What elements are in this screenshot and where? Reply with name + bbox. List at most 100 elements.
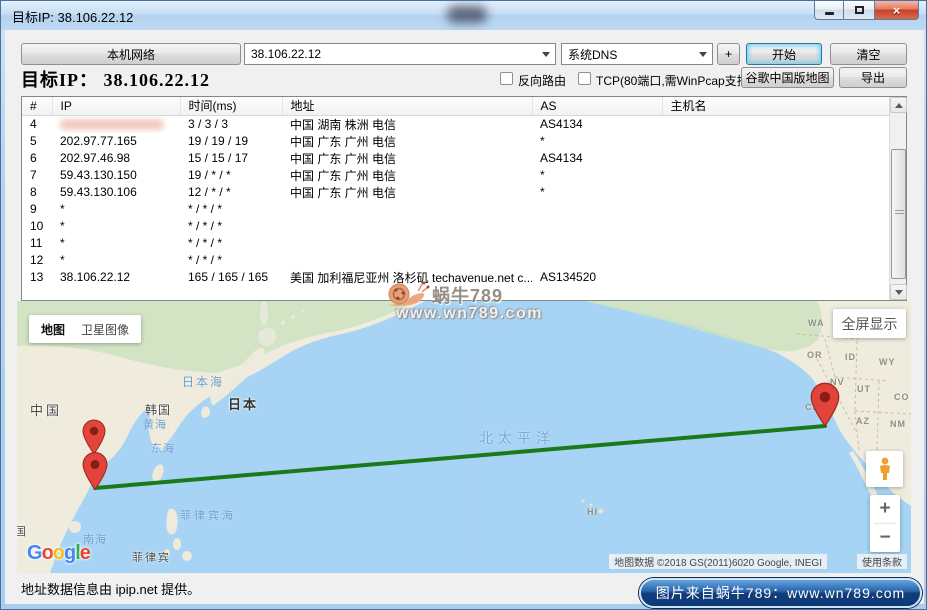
- column-header[interactable]: AS: [532, 97, 662, 115]
- arrow-down-icon: [895, 290, 903, 295]
- cell-as: [532, 235, 662, 252]
- google-logo-letter: e: [80, 542, 90, 564]
- map-pin-los-angeles[interactable]: [810, 381, 840, 428]
- table-row[interactable]: 5202.97.77.16519 / 19 / 19中国 广东 广州 电信*: [22, 133, 890, 150]
- start-button[interactable]: 开始: [746, 43, 822, 65]
- table-row[interactable]: 10** / * / *: [22, 218, 890, 235]
- column-header[interactable]: 地址: [282, 97, 532, 115]
- terms-link[interactable]: 使用条款: [857, 554, 907, 569]
- cell-hop: 13: [22, 269, 52, 286]
- cell-as: *: [532, 167, 662, 184]
- pegman-button[interactable]: [866, 451, 903, 487]
- cell-time: * / * / *: [180, 218, 282, 235]
- cell-host: [662, 218, 890, 235]
- cell-address: [282, 252, 532, 269]
- map-canvas[interactable]: 中国韩国日本日本海黄海东海北太平洋菲律宾海南海菲律宾国WAORIDWYNVUTC…: [17, 301, 911, 573]
- reverse-route-label[interactable]: 反向路由: [518, 72, 566, 89]
- google-logo[interactable]: Google: [27, 542, 90, 565]
- target-ip-dropdown-zone[interactable]: [537, 45, 554, 63]
- dns-combobox[interactable]: 系统DNS: [561, 43, 713, 65]
- cell-host: [662, 150, 890, 167]
- fullscreen-button[interactable]: 全屏显示: [833, 309, 906, 338]
- trace-table-grid: #IP时间(ms)地址AS主机名 43 / 3 / 3中国 湖南 株洲 电信AS…: [22, 97, 891, 286]
- cell-as: AS4134: [532, 150, 662, 167]
- cell-address: [282, 218, 532, 235]
- cell-hop: 4: [22, 115, 52, 133]
- cell-as: [532, 201, 662, 218]
- cell-as: *: [532, 133, 662, 150]
- google-logo-letter: o: [42, 542, 53, 564]
- pegman-icon: [877, 457, 893, 481]
- cell-as: AS134520: [532, 269, 662, 286]
- cell-ip: 38.106.22.12: [52, 269, 180, 286]
- tcp-label[interactable]: TCP(80端口,需WinPcap支持): [596, 72, 753, 89]
- cell-ip: 59.43.130.150: [52, 167, 180, 184]
- map-type-map-button[interactable]: 地图: [41, 321, 65, 338]
- table-scrollbar[interactable]: [889, 97, 906, 300]
- minimize-icon: [825, 12, 834, 15]
- map-label: CO: [894, 392, 910, 402]
- table-row[interactable]: 1338.106.22.12165 / 165 / 165美国 加利福尼亚州 洛…: [22, 269, 890, 286]
- map-label: 黄海: [143, 416, 167, 432]
- cell-hop: 6: [22, 150, 52, 167]
- map-label: 中国: [30, 400, 62, 419]
- scroll-down-button[interactable]: [890, 284, 907, 300]
- map-pin-zhuzhou[interactable]: [82, 419, 106, 455]
- dns-dropdown-zone[interactable]: [694, 45, 711, 63]
- table-row[interactable]: 11** / * / *: [22, 235, 890, 252]
- table-row[interactable]: 6202.97.46.9815 / 15 / 17中国 广东 广州 电信AS41…: [22, 150, 890, 167]
- cell-time: * / * / *: [180, 201, 282, 218]
- titlebar[interactable]: 目标IP: 38.106.22.12 ×: [1, 1, 926, 30]
- cell-ip: [52, 115, 180, 133]
- table-row[interactable]: 9** / * / *: [22, 201, 890, 218]
- cell-time: 15 / 15 / 17: [180, 150, 282, 167]
- add-button[interactable]: +: [717, 43, 740, 65]
- cell-hop: 12: [22, 252, 52, 269]
- window-controls: ×: [814, 1, 919, 20]
- scrollbar-thumb[interactable]: [891, 149, 906, 279]
- app-window: 目标IP: 38.106.22.12 × 本机网络 38.106.22.12 系…: [0, 0, 927, 610]
- export-button[interactable]: 导出: [839, 67, 907, 88]
- trace-table-body: 43 / 3 / 3中国 湖南 株洲 电信AS41345202.97.77.16…: [22, 115, 890, 286]
- maximize-button[interactable]: [844, 1, 874, 20]
- table-row[interactable]: 859.43.130.10612 / * / *中国 广东 广州 电信*: [22, 184, 890, 201]
- scroll-up-button[interactable]: [890, 97, 907, 113]
- map-type-satellite-button[interactable]: 卫星图像: [81, 321, 129, 338]
- cell-hop: 8: [22, 184, 52, 201]
- local-network-button[interactable]: 本机网络: [21, 43, 241, 65]
- cell-host: [662, 167, 890, 184]
- table-row[interactable]: 759.43.130.15019 / * / *中国 广东 广州 电信*: [22, 167, 890, 184]
- tcp-checkbox[interactable]: [578, 72, 591, 85]
- map-pin-guangzhou[interactable]: [82, 451, 108, 491]
- cell-time: 19 / * / *: [180, 167, 282, 184]
- cell-time: 165 / 165 / 165: [180, 269, 282, 286]
- cell-ip: 202.97.46.98: [52, 150, 180, 167]
- watermark-badge: 图片来自蜗牛789：www.wn789.com: [639, 578, 922, 608]
- zoom-in-button[interactable]: +: [870, 495, 900, 523]
- target-ip-combobox[interactable]: 38.106.22.12: [244, 43, 556, 65]
- map-type-control: 地图 卫星图像: [29, 315, 141, 343]
- google-cn-map-button[interactable]: 谷歌中国版地图: [741, 67, 834, 88]
- cell-ip: *: [52, 235, 180, 252]
- cell-host: [662, 184, 890, 201]
- cell-address: [282, 235, 532, 252]
- redacted-smudge: [447, 6, 487, 23]
- table-row[interactable]: 43 / 3 / 3中国 湖南 株洲 电信AS4134: [22, 115, 890, 133]
- reverse-route-checkbox[interactable]: [500, 72, 513, 85]
- target-ip-label: 目标IP： 38.106.22.12: [21, 66, 210, 92]
- cell-host: [662, 252, 890, 269]
- dns-combobox-value: 系统DNS: [568, 46, 617, 63]
- cell-host: [662, 115, 890, 133]
- column-header[interactable]: IP: [52, 97, 180, 115]
- zoom-out-button[interactable]: −: [870, 524, 900, 552]
- clear-button[interactable]: 清空: [830, 43, 907, 65]
- cell-ip: *: [52, 218, 180, 235]
- google-logo-letter: o: [53, 542, 64, 564]
- minimize-button[interactable]: [814, 1, 844, 20]
- target-ip-combobox-value: 38.106.22.12: [251, 47, 321, 61]
- column-header[interactable]: 主机名: [662, 97, 890, 115]
- column-header[interactable]: 时间(ms): [180, 97, 282, 115]
- column-header[interactable]: #: [22, 97, 52, 115]
- close-button[interactable]: ×: [874, 1, 919, 20]
- table-row[interactable]: 12** / * / *: [22, 252, 890, 269]
